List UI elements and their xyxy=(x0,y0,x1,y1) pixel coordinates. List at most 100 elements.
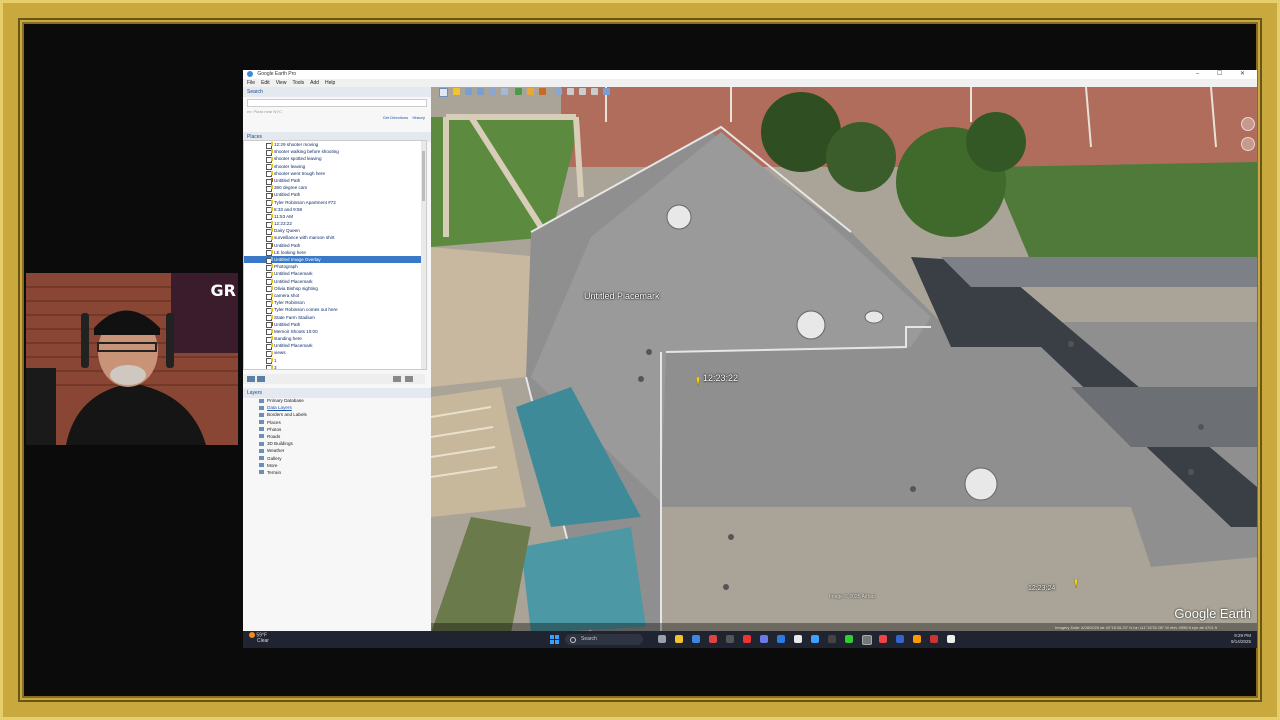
places-item[interactable]: Untitled Path xyxy=(244,191,426,199)
window-controls[interactable]: – ☐ ✕ xyxy=(1196,70,1253,79)
image-overlay-icon[interactable] xyxy=(489,88,496,95)
map-view[interactable]: Untitled Placemark 12:23:22 12:23:24 Ima… xyxy=(431,87,1257,633)
places-item[interactable]: LE looking here xyxy=(244,249,426,257)
pin-label-1[interactable]: 12:23:22 xyxy=(703,373,738,383)
layer-item[interactable]: Data Layers xyxy=(243,404,425,411)
places-item[interactable]: Olivia Bishop sighting xyxy=(244,285,426,293)
places-item[interactable]: shooter leaving xyxy=(244,163,426,171)
places-item[interactable]: Untitled Path xyxy=(244,242,426,250)
places-item[interactable]: 1 xyxy=(244,357,426,365)
layer-item[interactable]: Gallery xyxy=(243,455,425,462)
search-input[interactable] xyxy=(247,99,427,107)
layer-item[interactable]: Roads xyxy=(243,433,425,440)
chrome-icon[interactable] xyxy=(845,635,853,643)
places-item[interactable]: Untitled Path xyxy=(244,177,426,185)
layer-item[interactable]: More xyxy=(243,462,425,469)
ruler-icon[interactable] xyxy=(555,88,562,95)
planets-icon[interactable] xyxy=(539,88,546,95)
places-item[interactable]: shooter walking before shooting xyxy=(244,148,426,156)
taskbar-search[interactable]: Search xyxy=(565,634,643,645)
places-item[interactable]: Dairy Queen xyxy=(244,227,426,235)
menu-item-edit[interactable]: Edit xyxy=(261,80,270,86)
search-places-button[interactable] xyxy=(247,376,255,382)
menu-item-view[interactable]: View xyxy=(276,80,287,86)
places-item[interactable]: views xyxy=(244,349,426,358)
view-in-maps-icon[interactable] xyxy=(603,88,610,95)
layer-item[interactable]: Primary Database xyxy=(243,397,425,404)
places-item[interactable]: standing here xyxy=(244,335,426,343)
menu-item-add[interactable]: Add xyxy=(310,80,319,86)
places-item[interactable]: Memoir Shoots 10:00 xyxy=(244,328,426,336)
add-polygon-icon[interactable] xyxy=(465,88,472,95)
app-icon-red-3[interactable] xyxy=(879,635,887,643)
places-item[interactable]: Untitled Placemark xyxy=(244,270,426,278)
places-item[interactable]: Untitled Placemark xyxy=(244,278,426,286)
pushpin-icon[interactable] xyxy=(1073,579,1079,588)
layer-item[interactable]: Weather xyxy=(243,447,425,454)
places-item[interactable]: State Farm Stadium xyxy=(244,314,426,322)
layer-item[interactable]: 3D Buildings xyxy=(243,440,425,447)
move-down-button[interactable] xyxy=(405,376,413,382)
places-item[interactable]: Tyler Robinson xyxy=(244,299,426,307)
app-icon-red-4[interactable] xyxy=(930,635,938,643)
facebook-icon[interactable] xyxy=(777,635,785,643)
app-icon-dark[interactable] xyxy=(726,635,734,643)
placemark-label[interactable]: Untitled Placemark xyxy=(584,291,660,301)
weather-widget[interactable]: 59°F Clear xyxy=(249,632,269,644)
move-joystick-icon[interactable] xyxy=(1241,137,1255,151)
add-placemark-icon[interactable] xyxy=(453,88,460,95)
pin-label-2[interactable]: 12:23:24 xyxy=(1028,585,1055,592)
places-item[interactable]: Tyler Robinson comes out here xyxy=(244,306,426,314)
app-icon-grey[interactable] xyxy=(828,635,836,643)
app-icon-blue-2[interactable] xyxy=(896,635,904,643)
places-item[interactable]: 360 degree cam xyxy=(244,184,426,192)
print-icon[interactable] xyxy=(579,88,586,95)
sunlight-icon[interactable] xyxy=(527,88,534,95)
app-icon-red-2[interactable] xyxy=(743,635,751,643)
layer-item[interactable]: Photos xyxy=(243,426,425,433)
places-item[interactable]: Untitled Image Overlay xyxy=(244,256,426,264)
record-tour-icon[interactable] xyxy=(501,88,508,95)
edge-icon[interactable] xyxy=(692,635,700,643)
layer-item[interactable]: Borders and Labels xyxy=(243,411,425,418)
app-icon-blue[interactable] xyxy=(811,635,819,643)
places-item[interactable]: Untitled Path xyxy=(244,321,426,329)
places-item[interactable]: Tyler Robinson Apartment #72 xyxy=(244,199,426,207)
pushpin-icon[interactable] xyxy=(695,377,701,386)
discord-icon[interactable] xyxy=(760,635,768,643)
layer-item[interactable]: Places xyxy=(243,419,425,426)
menu-item-help[interactable]: Help xyxy=(325,80,335,86)
vlc-icon[interactable] xyxy=(913,635,921,643)
menu-item-file[interactable]: File xyxy=(247,80,255,86)
save-image-icon[interactable] xyxy=(591,88,598,95)
get-directions-link[interactable]: Get Directions xyxy=(383,115,408,120)
search-header[interactable]: Search xyxy=(243,87,431,97)
places-item[interactable]: Photograph xyxy=(244,263,426,271)
google-earth-taskbar-icon[interactable] xyxy=(862,635,872,645)
windows-start-icon[interactable] xyxy=(550,635,559,644)
navigation-controls[interactable] xyxy=(1241,117,1255,157)
layer-item[interactable]: Terrain xyxy=(243,469,425,476)
add-path-icon[interactable] xyxy=(477,88,484,95)
look-joystick-icon[interactable] xyxy=(1241,117,1255,131)
historical-imagery-icon[interactable] xyxy=(515,88,522,95)
sidebar-toggle-icon[interactable] xyxy=(439,88,448,97)
places-item[interactable]: shooter went trough here xyxy=(244,170,426,178)
move-up-button[interactable] xyxy=(393,376,401,382)
places-scrollbar[interactable] xyxy=(421,141,426,369)
menu-item-tools[interactable]: Tools xyxy=(292,80,304,86)
places-item[interactable]: 3 xyxy=(244,364,426,369)
places-item[interactable]: 12:29 shooter moving xyxy=(244,141,426,149)
places-item[interactable]: 8:33 and 9:58 xyxy=(244,206,426,214)
places-item[interactable]: Untitled Placemark xyxy=(244,342,426,350)
places-scrollbar-thumb[interactable] xyxy=(422,151,425,201)
places-item[interactable]: 11:53 AM xyxy=(244,213,426,221)
task-view-icon[interactable] xyxy=(658,635,666,643)
history-link[interactable]: History xyxy=(413,115,425,120)
places-item[interactable]: camera shot xyxy=(244,292,426,300)
places-item[interactable]: 12:23:22 xyxy=(244,220,426,228)
toggle-list-button[interactable] xyxy=(257,376,265,382)
app-icon-white[interactable] xyxy=(794,635,802,643)
places-item[interactable]: shooter spotted leaving xyxy=(244,155,426,163)
places-item[interactable]: surveillance with maroon shirt xyxy=(244,234,426,243)
